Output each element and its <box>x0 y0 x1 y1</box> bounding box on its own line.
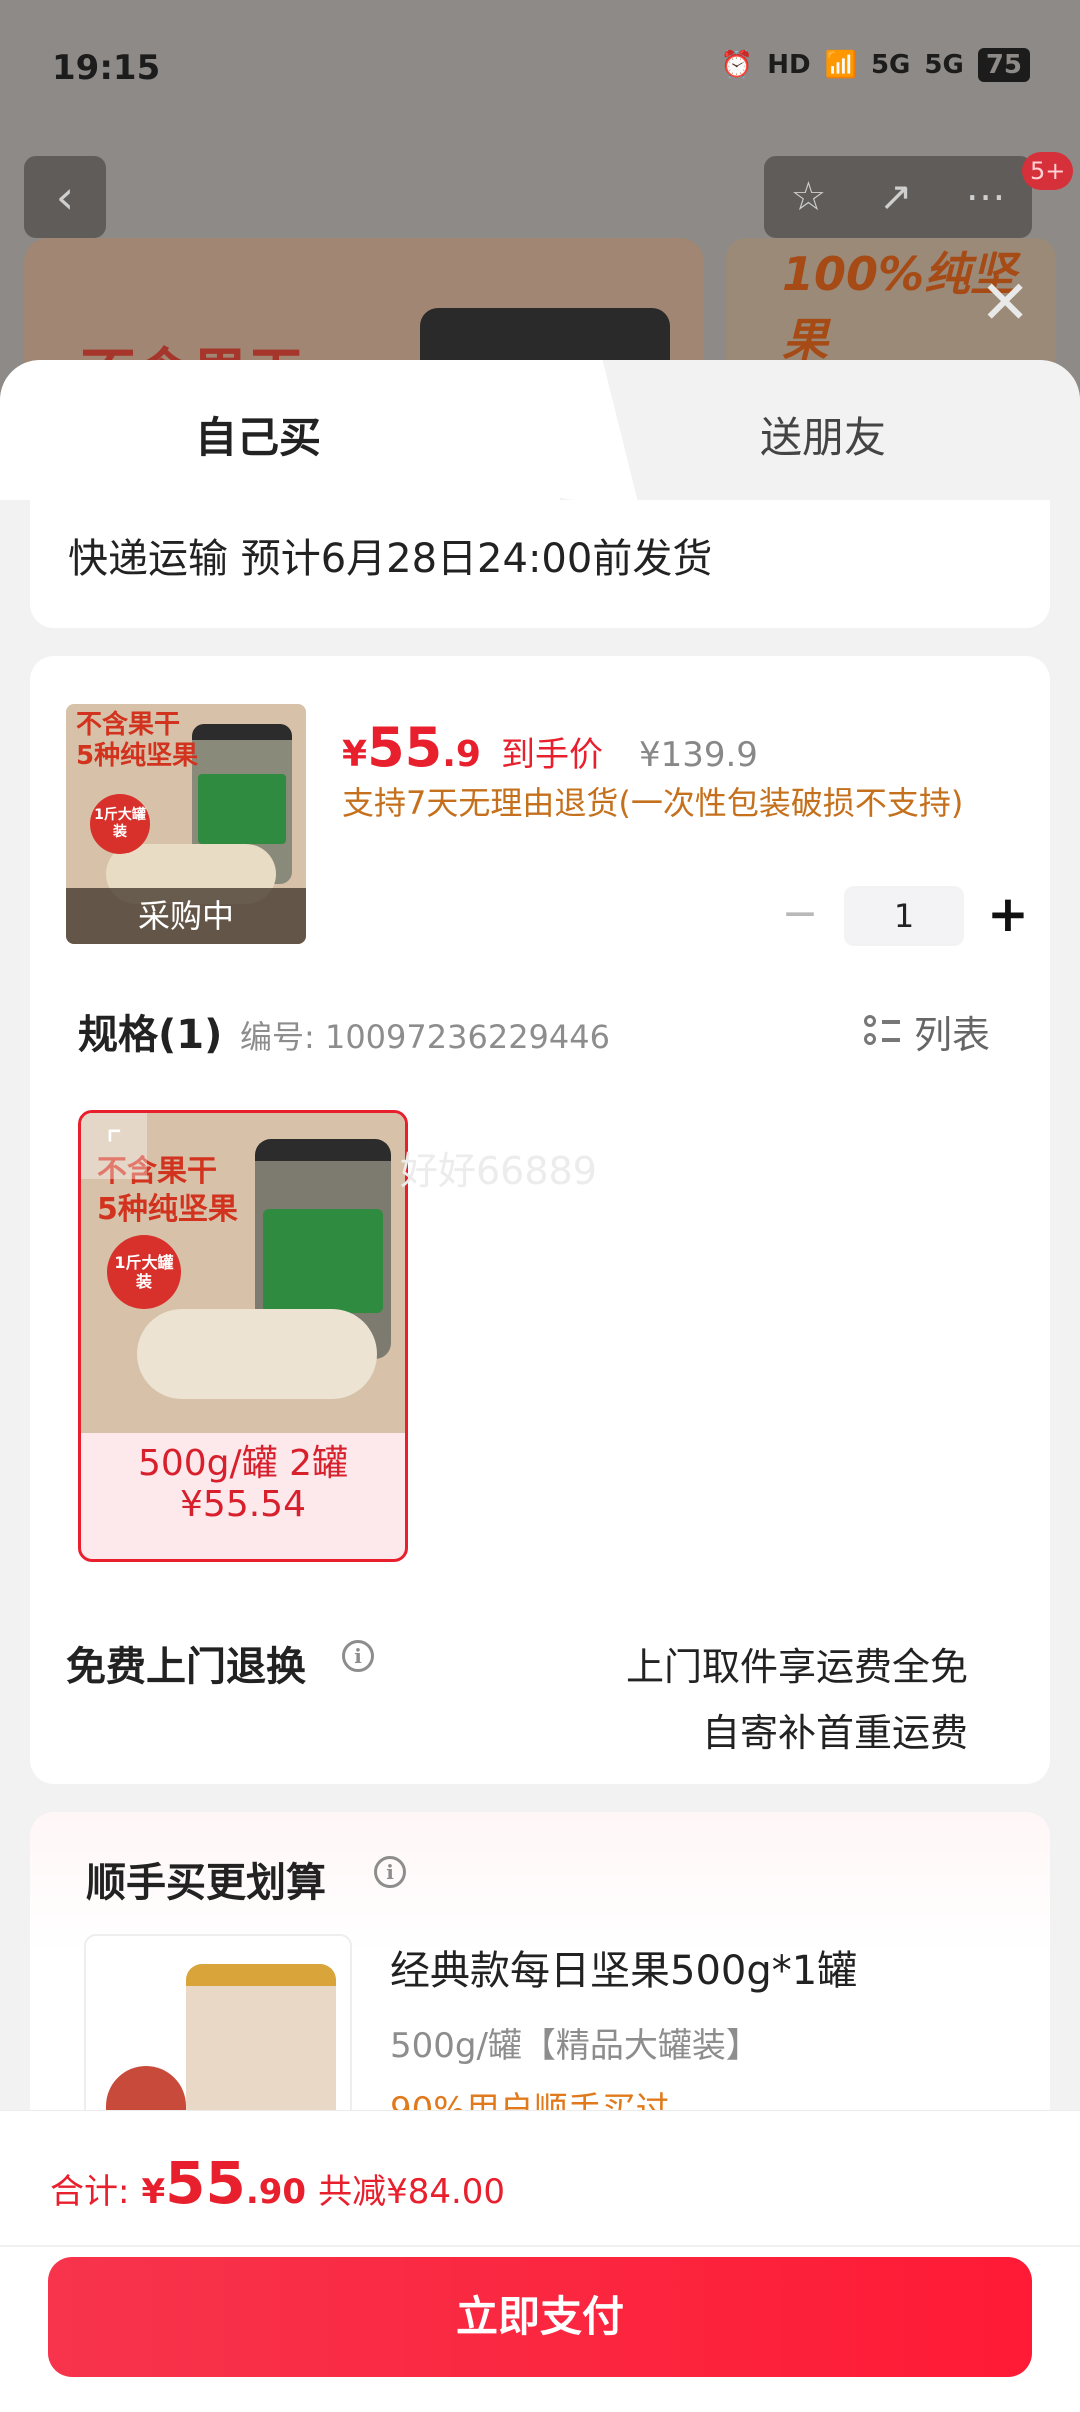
price-decimal: .9 <box>442 734 481 775</box>
increase-button[interactable]: + <box>978 886 1038 946</box>
hd-icon: HD <box>767 50 811 80</box>
back-button[interactable]: ‹ <box>24 156 106 238</box>
purchase-tabs: 自己买 送朋友 <box>0 360 1080 500</box>
spec-option-name: 500g/罐 2罐 <box>137 1443 349 1484</box>
quantity-field[interactable]: 1 <box>844 886 964 946</box>
expand-icon[interactable]: ⌜ <box>81 1113 147 1179</box>
decrease-button[interactable]: − <box>770 886 830 946</box>
free-return-desc-selfship: 自寄补首重运费 <box>701 1711 968 1755</box>
star-icon[interactable]: ☆ <box>790 174 826 220</box>
bundle-title: 顺手买更划算 <box>86 1860 326 1906</box>
original-price: ¥139.9 <box>638 735 758 775</box>
spec-option-label: 500g/罐 2罐 ¥55.54 <box>81 1443 405 1526</box>
spec-option-price: ¥55.54 <box>180 1484 306 1526</box>
signal-5g-icon: 5G <box>924 50 964 80</box>
spec-title: 规格(1) <box>78 1012 223 1058</box>
total-label: 合计: <box>50 2172 130 2212</box>
price-line: ¥ 55 .9 到手价 ¥139.9 <box>342 716 758 779</box>
status-icons: ⏰ HD 📶 5G 5G 75 <box>721 48 1030 82</box>
free-return-desc-pickup: 上门取件享运费全免 <box>625 1645 968 1689</box>
thumbnail-badge: 1斤大罐装 <box>90 794 150 854</box>
nuts-bowls-image <box>137 1309 377 1399</box>
price-tag: 到手价 <box>500 735 603 775</box>
info-icon[interactable]: i <box>374 1856 406 1888</box>
total-decimal: .90 <box>245 2172 307 2212</box>
bundle-item-name[interactable]: 经典款每日坚果500g*1罐 <box>390 1938 857 1996</box>
spec-code: 编号: 10097236229446 <box>240 1018 610 1056</box>
spec-option-selected[interactable]: 不含果干 5种纯坚果 1斤大罐装 ⌜ 500g/罐 2罐 ¥55.54 <box>78 1110 408 1562</box>
product-thumbnail[interactable]: 不含果干 5种纯坚果 1斤大罐装 采购中 <box>66 704 306 944</box>
product-card: 不含果干 5种纯坚果 1斤大罐装 采购中 ¥ 55 .9 到手价 ¥139.9 … <box>30 656 1050 1784</box>
wifi-icon: 📶 <box>824 50 857 80</box>
signal-5g-icon: 5G <box>870 50 911 80</box>
chevron-left-icon: ‹ <box>55 170 75 224</box>
total-symbol: ¥ <box>141 2172 166 2212</box>
battery-icon: 75 <box>977 48 1030 82</box>
close-icon[interactable]: ✕ <box>980 268 1030 338</box>
shipping-estimate: 快递运输 预计6月28日24:00前发货 <box>68 536 713 582</box>
list-view-toggle[interactable]: 列表 <box>864 1004 990 1059</box>
more-icon[interactable]: ⋯ <box>966 174 1006 220</box>
total-integer: 55 <box>165 2149 246 2217</box>
total-line: 合计: ¥ 55 .90 共减¥84.00 <box>50 2149 505 2217</box>
return-policy-note: 支持7天无理由退货(一次性包装破损不支持) <box>342 784 964 822</box>
jar-label-image <box>263 1209 383 1313</box>
price-integer: 55 <box>367 716 443 779</box>
thumbnail-headline: 不含果干 5种纯坚果 <box>76 710 199 772</box>
share-icon[interactable]: ↗ <box>879 174 913 220</box>
top-action-bar: ☆ ↗ ⋯ <box>764 156 1032 238</box>
spec-option-image: 不含果干 5种纯坚果 1斤大罐装 ⌜ <box>81 1113 405 1433</box>
info-icon[interactable]: i <box>342 1640 374 1672</box>
notification-badge: 5+ <box>1022 152 1074 190</box>
list-view-label: 列表 <box>914 1013 991 1057</box>
jar-label-image <box>198 774 286 844</box>
thumbnail-status: 采购中 <box>66 888 306 944</box>
free-return-title: 免费上门退换 <box>66 1644 306 1690</box>
checkout-footer: 合计: ¥ 55 .90 共减¥84.00 立即支付 <box>0 2110 1080 2412</box>
alarm-icon: ⏰ <box>720 50 754 80</box>
background-page: 19:15 ⏰ HD 📶 5G 5G 75 ‹ ☆ ↗ ⋯ 5+ 不含果干 10… <box>0 0 1080 408</box>
spec-option-badge: 1斤大罐装 <box>107 1235 181 1309</box>
shipping-card: 快递运输 预计6月28日24:00前发货 <box>30 500 1050 628</box>
tab-send-friend-label[interactable]: 送朋友 <box>760 404 886 465</box>
tab-buy-self-label[interactable]: 自己买 <box>195 404 321 465</box>
quantity-stepper: − 1 + <box>770 886 1038 946</box>
watermark: 好好66889 <box>400 1149 597 1193</box>
list-icon <box>864 1014 900 1049</box>
price-symbol: ¥ <box>342 734 368 775</box>
bundle-item-spec: 500g/罐【精品大罐装】 <box>390 2026 760 2066</box>
total-discount: 共减¥84.00 <box>318 2172 506 2212</box>
purchase-sheet: 自己买 送朋友 快递运输 预计6月28日24:00前发货 不含果干 5种纯坚果 … <box>0 360 1080 2412</box>
divider <box>0 2245 1080 2247</box>
pay-now-button[interactable]: 立即支付 <box>48 2257 1032 2377</box>
status-time: 19:15 <box>52 48 161 88</box>
status-bar: 19:15 ⏰ HD 📶 5G 5G 75 <box>0 0 1080 140</box>
